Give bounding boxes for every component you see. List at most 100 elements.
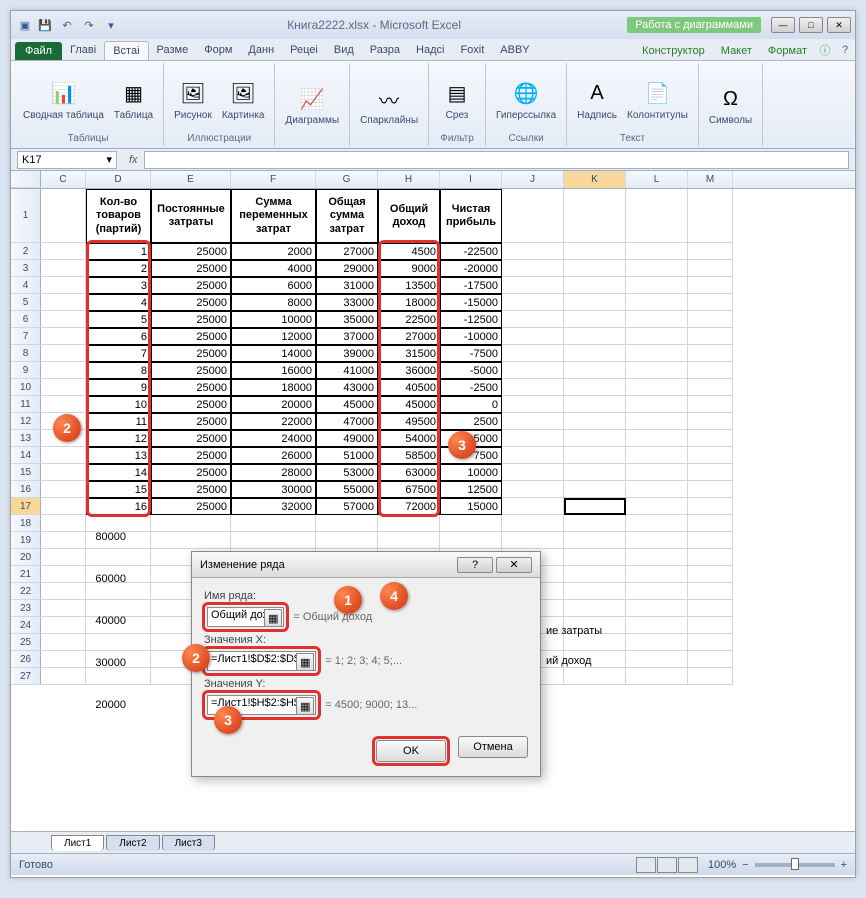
row-header-7[interactable]: 7 bbox=[11, 328, 41, 345]
cell[interactable]: 25000 bbox=[151, 362, 231, 379]
cell[interactable] bbox=[688, 668, 733, 685]
col-header-E[interactable]: E bbox=[151, 171, 231, 188]
cell[interactable] bbox=[502, 515, 564, 532]
cell[interactable] bbox=[564, 379, 626, 396]
tab-2[interactable]: Разме bbox=[149, 41, 197, 60]
tab-6[interactable]: Вид bbox=[326, 41, 362, 60]
cell[interactable] bbox=[688, 362, 733, 379]
tab-1[interactable]: Встаі bbox=[104, 41, 148, 60]
cell[interactable] bbox=[86, 634, 151, 651]
cell[interactable] bbox=[626, 447, 688, 464]
cell[interactable] bbox=[502, 379, 564, 396]
cell[interactable] bbox=[41, 515, 86, 532]
row-header-11[interactable]: 11 bbox=[11, 396, 41, 413]
cell[interactable] bbox=[626, 294, 688, 311]
col-header-J[interactable]: J bbox=[502, 171, 564, 188]
ribbon-Таблица[interactable]: ▦Таблица bbox=[110, 76, 157, 123]
cell[interactable] bbox=[626, 277, 688, 294]
cell[interactable]: 29000 bbox=[316, 260, 378, 277]
cell[interactable]: 15000 bbox=[440, 498, 502, 515]
tab-4[interactable]: Данн bbox=[240, 41, 282, 60]
cell[interactable]: 12500 bbox=[440, 481, 502, 498]
cell[interactable]: 9 bbox=[86, 379, 151, 396]
undo-icon[interactable]: ↶ bbox=[57, 15, 77, 35]
cell[interactable] bbox=[688, 396, 733, 413]
row-header-1[interactable]: 1 bbox=[11, 189, 41, 243]
cell[interactable] bbox=[688, 311, 733, 328]
close-button[interactable]: ✕ bbox=[827, 17, 851, 33]
cell[interactable] bbox=[688, 430, 733, 447]
row-header-17[interactable]: 17 bbox=[11, 498, 41, 515]
cell[interactable] bbox=[626, 515, 688, 532]
cell[interactable] bbox=[440, 515, 502, 532]
cell[interactable] bbox=[378, 532, 440, 549]
cell[interactable]: -12500 bbox=[440, 311, 502, 328]
cell[interactable] bbox=[502, 345, 564, 362]
row-header-12[interactable]: 12 bbox=[11, 413, 41, 430]
page-layout-view-button[interactable] bbox=[657, 857, 677, 873]
cell[interactable]: 51000 bbox=[316, 447, 378, 464]
row-header-16[interactable]: 16 bbox=[11, 481, 41, 498]
row-header-24[interactable]: 24 bbox=[11, 617, 41, 634]
row-header-10[interactable]: 10 bbox=[11, 379, 41, 396]
redo-icon[interactable]: ↷ bbox=[79, 15, 99, 35]
cell[interactable]: 39000 bbox=[316, 345, 378, 362]
cell[interactable]: 67500 bbox=[378, 481, 440, 498]
cell[interactable] bbox=[502, 447, 564, 464]
cell[interactable]: 5 bbox=[86, 311, 151, 328]
cell[interactable]: 25000 bbox=[151, 379, 231, 396]
ribbon-Надпись[interactable]: AНадпись bbox=[573, 76, 621, 123]
cell[interactable] bbox=[626, 396, 688, 413]
cell[interactable] bbox=[86, 549, 151, 566]
cell[interactable]: Постоянные затраты bbox=[151, 189, 231, 243]
cell[interactable]: 11 bbox=[86, 413, 151, 430]
cell[interactable] bbox=[41, 481, 86, 498]
cell[interactable] bbox=[41, 294, 86, 311]
cell[interactable]: Сумма переменных затрат bbox=[231, 189, 316, 243]
cell[interactable]: 40500 bbox=[378, 379, 440, 396]
tab-7[interactable]: Разра bbox=[362, 41, 408, 60]
minimize-button[interactable]: — bbox=[771, 17, 795, 33]
row-header-22[interactable]: 22 bbox=[11, 583, 41, 600]
cell[interactable] bbox=[564, 447, 626, 464]
cell[interactable]: 18000 bbox=[231, 379, 316, 396]
cell[interactable]: 25000 bbox=[151, 277, 231, 294]
cell[interactable] bbox=[564, 189, 626, 243]
row-header-3[interactable]: 3 bbox=[11, 260, 41, 277]
cell[interactable]: Чистая прибыль bbox=[440, 189, 502, 243]
ribbon-Картинка[interactable]: 🖼Картинка bbox=[218, 76, 269, 123]
cell[interactable]: Общий доход bbox=[378, 189, 440, 243]
cell[interactable] bbox=[316, 515, 378, 532]
cell[interactable] bbox=[41, 549, 86, 566]
cell[interactable] bbox=[502, 430, 564, 447]
cell[interactable] bbox=[626, 481, 688, 498]
ok-button[interactable]: OK bbox=[376, 740, 446, 762]
cell[interactable]: 41000 bbox=[316, 362, 378, 379]
cell[interactable]: 8 bbox=[86, 362, 151, 379]
row-header-4[interactable]: 4 bbox=[11, 277, 41, 294]
cell[interactable] bbox=[688, 617, 733, 634]
ribbon-Рисунок[interactable]: 🖼Рисунок bbox=[170, 76, 216, 123]
cell[interactable] bbox=[626, 617, 688, 634]
cell[interactable] bbox=[41, 464, 86, 481]
cell[interactable] bbox=[564, 464, 626, 481]
cell[interactable] bbox=[41, 328, 86, 345]
cell[interactable]: -2500 bbox=[440, 379, 502, 396]
tab-9[interactable]: Foxit bbox=[452, 41, 492, 60]
cell[interactable]: 27000 bbox=[378, 328, 440, 345]
row-header-9[interactable]: 9 bbox=[11, 362, 41, 379]
cell[interactable]: 14000 bbox=[231, 345, 316, 362]
cell[interactable] bbox=[626, 549, 688, 566]
x-values-input[interactable]: =Лист1!$D$2:$D$17▦ bbox=[207, 651, 316, 671]
cell[interactable]: 33000 bbox=[316, 294, 378, 311]
ref-picker-icon[interactable]: ▦ bbox=[296, 697, 314, 715]
cell[interactable] bbox=[502, 243, 564, 260]
cell[interactable]: 6 bbox=[86, 328, 151, 345]
row-header-19[interactable]: 19 bbox=[11, 532, 41, 549]
ribbon-min-icon[interactable]: ⓘ bbox=[815, 40, 835, 60]
cell[interactable]: 10000 bbox=[231, 311, 316, 328]
cell[interactable] bbox=[41, 189, 86, 243]
cell[interactable]: 26000 bbox=[231, 447, 316, 464]
row-header-27[interactable]: 27 bbox=[11, 668, 41, 685]
cell[interactable] bbox=[688, 413, 733, 430]
